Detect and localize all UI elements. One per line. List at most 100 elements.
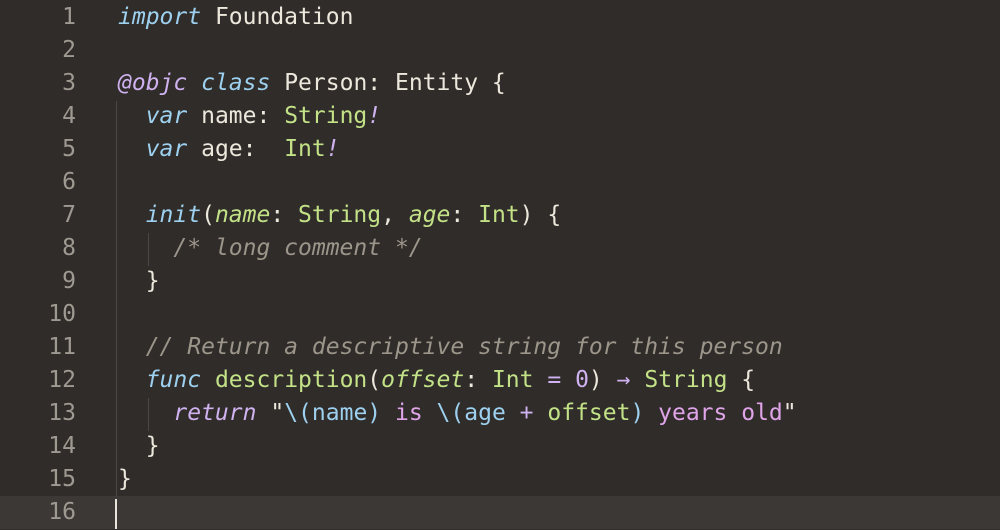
code-token: + <box>505 400 548 426</box>
line-code: init(name: String, age: Int) { <box>118 199 561 232</box>
code-token: : <box>464 367 492 393</box>
line-code: @objc class Person: Entity { <box>118 67 506 100</box>
code-token: String <box>644 367 728 393</box>
code-token: Int <box>284 136 326 162</box>
code-token: ( <box>367 367 382 393</box>
code-token: { <box>727 367 756 393</box>
code-line[interactable]: 2 <box>0 34 1000 67</box>
code-token: is <box>381 400 437 426</box>
line-number: 14 <box>48 433 76 459</box>
code-line[interactable]: 16 <box>0 496 1000 529</box>
code-token: ! <box>325 136 340 162</box>
code-line[interactable]: 3 @objc class Person: Entity { <box>0 67 1000 100</box>
line-code: return "\(name) is \(age + offset) years… <box>118 397 797 430</box>
line-code: } <box>118 430 160 463</box>
code-token: \( <box>436 400 465 426</box>
code-line[interactable]: 11 // Return a descriptive string for th… <box>0 331 1000 364</box>
code-token: func <box>145 367 202 393</box>
code-editor[interactable]: 1 import Foundation 2 3 @objc class Person: … <box>0 0 1000 530</box>
code-token: // Return a descriptive string for this … <box>145 334 783 360</box>
code-line[interactable]: 4 var name: String! <box>0 100 1000 133</box>
code-token: String <box>298 202 382 228</box>
line-number: 1 <box>62 4 76 30</box>
code-token: import <box>118 4 202 30</box>
code-token: ! <box>367 103 382 129</box>
code-token: " <box>782 400 797 426</box>
line-number: 12 <box>48 367 76 393</box>
code-line[interactable]: 14 } <box>0 430 1000 463</box>
code-line[interactable]: 13 return "\(name) is \(age + offset) ye… <box>0 397 1000 430</box>
code-token: name: <box>187 103 285 129</box>
code-token: ) <box>630 400 645 426</box>
code-token: 0 <box>575 367 589 393</box>
code-line[interactable]: 5 var age: Int! <box>0 133 1000 166</box>
code-token: Int <box>491 367 534 393</box>
code-line[interactable]: 15} <box>0 463 1000 496</box>
code-token: : <box>450 202 479 228</box>
code-token: ) <box>588 367 617 393</box>
code-line[interactable]: 1 import Foundation <box>0 1 1000 34</box>
code-token: ) { <box>519 202 562 228</box>
line-number: 16 <box>48 499 76 525</box>
code-line[interactable]: 7 init(name: String, age: Int) { <box>0 199 1000 232</box>
code-token: Int <box>478 202 520 228</box>
code-line[interactable]: 8 /* long comment */ <box>0 232 1000 265</box>
code-line[interactable]: 12 func description(offset: Int = 0) → S… <box>0 364 1000 397</box>
code-token: description <box>214 367 368 393</box>
line-code: // Return a descriptive string for this … <box>118 331 783 364</box>
code-token: : <box>270 202 299 228</box>
code-token: age: <box>187 136 285 162</box>
line-number: 5 <box>62 136 76 162</box>
code-token: , <box>381 202 409 228</box>
code-token: return <box>173 400 257 426</box>
text-cursor <box>115 499 117 529</box>
code-token: /* long comment */ <box>173 235 423 261</box>
line-code: var name: String! <box>118 100 381 133</box>
line-code: /* long comment */ <box>118 232 423 265</box>
line-code: func description(offset: Int = 0) → Stri… <box>118 364 755 397</box>
code-line[interactable]: 9 } <box>0 265 1000 298</box>
line-number: 10 <box>48 301 76 327</box>
line-number: 4 <box>62 103 76 129</box>
code-token: age <box>408 202 451 228</box>
code-token: var <box>145 103 188 129</box>
code-token: " <box>270 400 285 426</box>
code-token: ) <box>367 400 382 426</box>
line-number: 3 <box>62 70 76 96</box>
indent-guide-func <box>148 398 149 431</box>
code-token: \( <box>284 400 312 426</box>
code-token: offset <box>547 400 631 426</box>
code-token: name <box>214 202 271 228</box>
line-number: 2 <box>62 37 76 63</box>
code-token: } <box>118 268 160 294</box>
code-line[interactable]: 10 <box>0 298 1000 331</box>
line-number: 11 <box>48 334 76 360</box>
code-line[interactable]: 6 <box>0 166 1000 199</box>
code-token: name <box>311 400 368 426</box>
line-code: import Foundation <box>118 1 353 34</box>
indent-guide-class <box>116 101 117 497</box>
code-token: String <box>284 103 368 129</box>
line-number: 13 <box>48 400 76 426</box>
line-code: } <box>118 463 132 496</box>
code-token: → <box>616 367 631 393</box>
code-token: init <box>145 202 202 228</box>
code-token: Foundation <box>201 4 354 30</box>
indent-guide-init <box>148 233 149 266</box>
code-token: offset <box>381 367 465 393</box>
line-number: 15 <box>48 466 76 492</box>
code-token: class <box>201 70 271 96</box>
line-number: 9 <box>62 268 76 294</box>
code-token: Person: Entity { <box>270 70 506 96</box>
